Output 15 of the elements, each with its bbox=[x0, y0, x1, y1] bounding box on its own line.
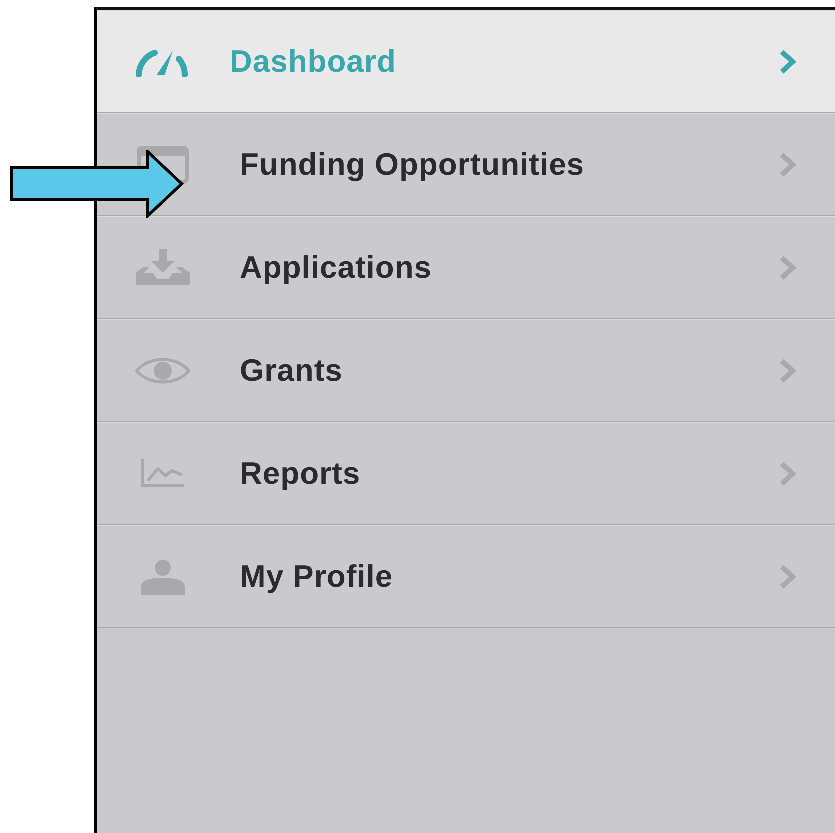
menu-item[interactable]: Applications bbox=[97, 216, 835, 319]
menu-item[interactable]: Grants bbox=[97, 319, 835, 422]
menu-item[interactable]: My Profile bbox=[97, 525, 835, 628]
menu-item[interactable]: Funding Opportunities bbox=[97, 113, 835, 216]
menu-item[interactable]: Reports bbox=[97, 422, 835, 525]
chevron-icon bbox=[779, 460, 797, 486]
person-icon bbox=[139, 558, 187, 594]
chevron-icon bbox=[779, 564, 797, 590]
chevron-icon bbox=[779, 48, 797, 74]
download-tray-icon bbox=[134, 248, 192, 286]
eye-icon bbox=[135, 356, 191, 386]
chevron-icon bbox=[779, 152, 797, 178]
line-chart-icon bbox=[140, 458, 186, 488]
chevron-icon bbox=[779, 254, 797, 280]
chevron-icon bbox=[779, 358, 797, 384]
